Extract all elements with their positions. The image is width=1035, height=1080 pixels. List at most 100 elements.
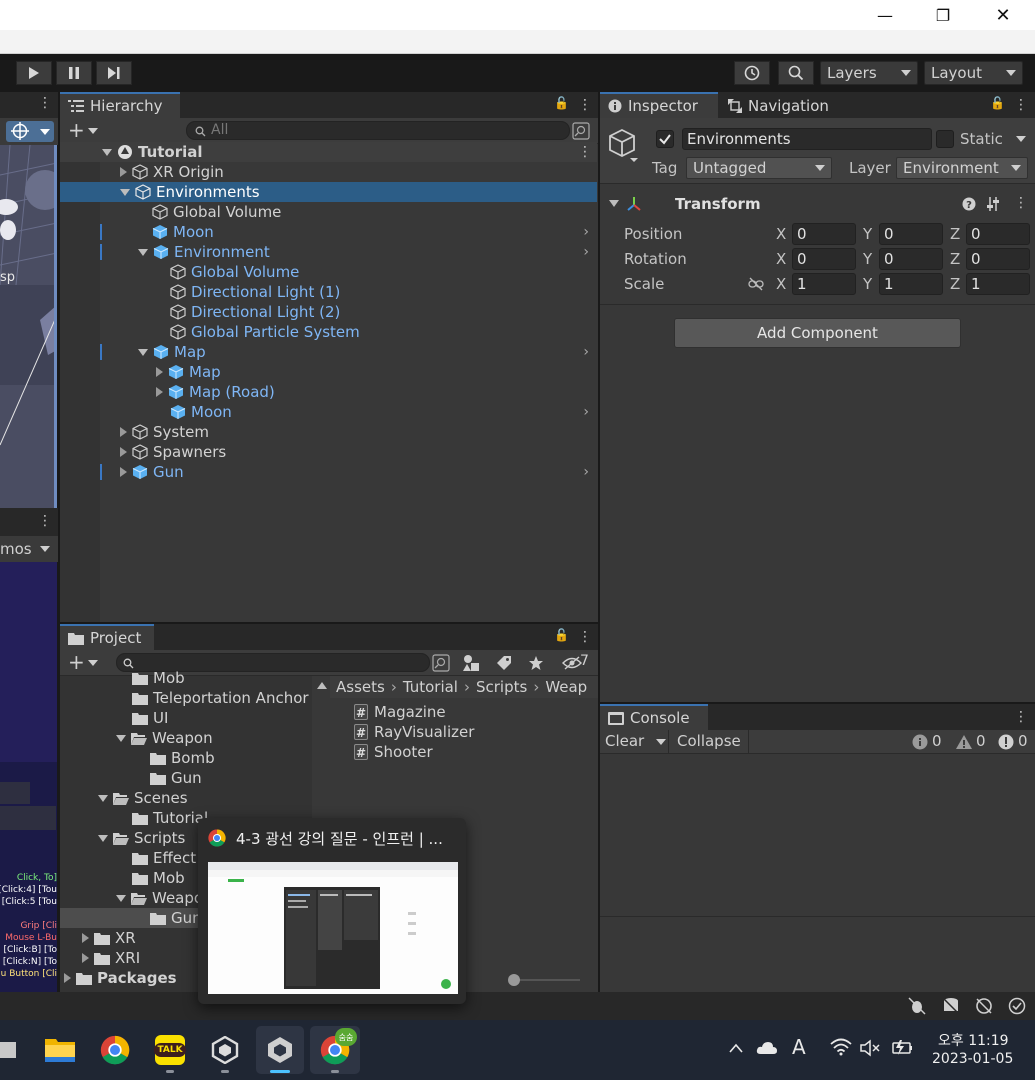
hierarchy-search-input[interactable]: All bbox=[186, 121, 570, 140]
taskbar-unity-hub[interactable] bbox=[205, 1030, 245, 1070]
rotation-z-field[interactable]: 0 bbox=[966, 248, 1030, 270]
chevron-right-icon[interactable]: › bbox=[583, 344, 589, 360]
folder-item[interactable]: Gun bbox=[150, 768, 202, 788]
label-tag-icon[interactable] bbox=[496, 655, 512, 671]
script-file[interactable]: # Magazine bbox=[354, 702, 446, 722]
help-icon[interactable]: ? bbox=[962, 197, 976, 211]
taskbar-unity-editor[interactable] bbox=[256, 1026, 304, 1074]
chevron-right-icon[interactable]: › bbox=[583, 224, 589, 240]
script-file[interactable]: # Shooter bbox=[354, 742, 433, 762]
console-detail-divider[interactable] bbox=[600, 916, 1035, 917]
taskbar-app-partial[interactable] bbox=[0, 1030, 26, 1070]
more-options-icon[interactable]: ⋮ bbox=[578, 145, 592, 159]
add-component-button[interactable]: Add Component bbox=[674, 318, 961, 348]
tab-project[interactable]: Project bbox=[60, 624, 154, 650]
position-z-field[interactable]: 0 bbox=[966, 223, 1030, 245]
breadcrumb-item[interactable]: Assets bbox=[336, 678, 385, 696]
error-icon[interactable] bbox=[998, 734, 1014, 750]
hierarchy-item-prefab[interactable]: Map › bbox=[60, 342, 597, 362]
taskbar-chrome-profile[interactable]: 숨숨 bbox=[310, 1026, 360, 1074]
expand-arrow-icon[interactable] bbox=[98, 794, 108, 802]
folder-item[interactable]: Packages bbox=[64, 968, 177, 988]
maximize-button[interactable]: ❐ bbox=[920, 0, 966, 30]
collapse-toggle[interactable]: Collapse bbox=[677, 732, 741, 750]
search-mode-icon[interactable] bbox=[432, 654, 450, 672]
expand-arrow-icon[interactable] bbox=[116, 894, 126, 902]
filter-by-type-icon[interactable] bbox=[462, 654, 480, 672]
hierarchy-item-prefab[interactable]: Environment › bbox=[60, 242, 597, 262]
folder-item[interactable]: Teleportation Anchor bbox=[132, 688, 309, 708]
layers-dropdown[interactable]: Layers bbox=[820, 61, 918, 85]
info-log-icon[interactable] bbox=[912, 734, 928, 750]
expand-arrow-icon[interactable] bbox=[98, 834, 108, 842]
script-file[interactable]: # RayVisualizer bbox=[354, 722, 474, 742]
scene-row[interactable]: Tutorial ⋮ bbox=[60, 142, 597, 162]
more-options-icon[interactable]: ⋮ bbox=[578, 630, 592, 644]
expand-arrow-icon[interactable] bbox=[156, 387, 163, 397]
chevron-down-icon[interactable] bbox=[40, 546, 50, 552]
icon-size-slider-track[interactable] bbox=[510, 979, 580, 981]
hierarchy-item-prefab[interactable]: Directional Light (1) bbox=[60, 282, 597, 302]
tag-dropdown[interactable]: Untagged bbox=[686, 157, 832, 179]
scale-z-field[interactable]: 1 bbox=[966, 273, 1030, 295]
cache-server-icon[interactable] bbox=[942, 997, 960, 1015]
expand-arrow-icon[interactable] bbox=[120, 427, 127, 437]
close-button[interactable]: ✕ bbox=[980, 0, 1026, 30]
tab-inspector[interactable]: Inspector bbox=[600, 92, 718, 118]
breadcrumb-item[interactable]: Weap bbox=[545, 678, 587, 696]
lock-icon[interactable]: 🔓 bbox=[554, 96, 569, 110]
expand-arrow-icon[interactable] bbox=[120, 447, 127, 457]
folder-item[interactable]: Mob bbox=[132, 868, 185, 888]
chevron-down-icon[interactable] bbox=[88, 128, 98, 134]
hierarchy-item-prefab[interactable]: Global Particle System bbox=[60, 322, 597, 342]
minimize-button[interactable]: — bbox=[862, 0, 908, 30]
hierarchy-item-prefab[interactable]: Directional Light (2) bbox=[60, 302, 597, 322]
folder-item[interactable]: Effect bbox=[132, 848, 196, 868]
expand-arrow-icon[interactable] bbox=[82, 933, 89, 943]
play-button[interactable] bbox=[16, 61, 52, 85]
expand-arrow-icon[interactable] bbox=[64, 973, 71, 983]
scale-y-field[interactable]: 1 bbox=[879, 273, 943, 295]
taskbar-file-explorer[interactable] bbox=[40, 1030, 80, 1070]
active-checkbox[interactable] bbox=[656, 130, 674, 148]
folder-item[interactable]: Weapon bbox=[116, 728, 213, 748]
hierarchy-item-prefab[interactable]: Moon › bbox=[60, 222, 597, 242]
icon-size-slider-thumb[interactable] bbox=[508, 974, 520, 986]
pause-button[interactable] bbox=[56, 61, 92, 85]
folder-item-selected[interactable]: Gun bbox=[60, 908, 202, 928]
more-options-icon[interactable]: ⋮ bbox=[1014, 710, 1028, 724]
create-plus-icon[interactable]: + bbox=[68, 118, 85, 142]
chevron-down-icon[interactable] bbox=[88, 660, 98, 666]
folder-item[interactable]: XRI bbox=[82, 948, 140, 968]
ime-indicator[interactable]: A bbox=[792, 1035, 806, 1059]
lock-icon[interactable]: 🔓 bbox=[990, 96, 1005, 110]
taskbar-chrome[interactable] bbox=[95, 1030, 135, 1070]
more-options-icon[interactable]: ⋮ bbox=[578, 98, 592, 112]
hierarchy-item-prefab[interactable]: Map (Road) bbox=[60, 382, 597, 402]
scene-view[interactable]: sp bbox=[0, 145, 57, 508]
expand-arrow-icon[interactable] bbox=[120, 167, 127, 177]
chevron-down-icon[interactable] bbox=[1016, 136, 1026, 142]
position-x-field[interactable]: 0 bbox=[792, 223, 856, 245]
create-plus-icon[interactable]: + bbox=[68, 650, 85, 674]
clock-date[interactable]: 2023-01-05 bbox=[932, 1051, 1013, 1067]
chevron-right-icon[interactable]: › bbox=[583, 404, 589, 420]
taskbar-window-preview[interactable]: 4-3 광선 강의 질문 - 인프런 | ... bbox=[198, 818, 466, 1004]
hierarchy-item-prefab[interactable]: Map bbox=[60, 362, 597, 382]
constrain-proportions-icon[interactable] bbox=[748, 277, 764, 291]
search-button[interactable] bbox=[778, 61, 814, 85]
expand-arrow-icon[interactable] bbox=[120, 188, 130, 196]
hierarchy-item[interactable]: Spawners bbox=[60, 442, 597, 462]
static-checkbox[interactable] bbox=[936, 130, 954, 148]
scroll-up-arrow-icon[interactable] bbox=[317, 682, 327, 689]
expand-arrow-icon[interactable] bbox=[138, 348, 148, 356]
auto-refresh-icon[interactable] bbox=[975, 997, 993, 1015]
folder-item[interactable]: UI bbox=[132, 708, 168, 728]
expand-arrow-icon[interactable] bbox=[156, 367, 163, 377]
expand-arrow-icon[interactable] bbox=[116, 734, 126, 742]
position-y-field[interactable]: 0 bbox=[879, 223, 943, 245]
scale-x-field[interactable]: 1 bbox=[792, 273, 856, 295]
rotation-x-field[interactable]: 0 bbox=[792, 248, 856, 270]
gizmos-label[interactable]: mos bbox=[0, 540, 32, 558]
transform-header[interactable]: Transform ? ⋮ bbox=[600, 192, 1035, 216]
